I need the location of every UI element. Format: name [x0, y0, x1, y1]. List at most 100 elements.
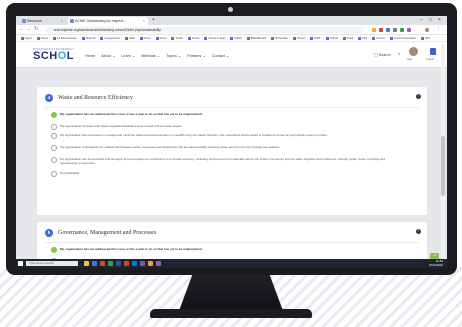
help-icon[interactable]: ? [416, 94, 421, 99]
back-arrow-icon[interactable]: ← [19, 26, 24, 32]
new-tab-button[interactable]: + [152, 17, 155, 23]
avatar[interactable] [409, 47, 418, 56]
taskbar-search-input[interactable]: Type here to search [26, 261, 78, 266]
radio-button[interactable] [51, 112, 57, 118]
app-icon[interactable] [148, 261, 153, 266]
help-icon[interactable]: ? [416, 229, 421, 234]
monitor-stand-base [150, 309, 312, 318]
radio-button[interactable] [51, 247, 57, 253]
bookmark-item[interactable]: ISS [358, 35, 367, 41]
bookmark-item[interactable]: Canva [372, 35, 385, 41]
bookmark-icon [81, 36, 85, 40]
url-field[interactable]: test.reaprise.org/dashboard/outstanding-… [46, 26, 364, 33]
bookmark-item[interactable]: Hi Elsen/Hosts [53, 35, 77, 41]
bookmark-item[interactable]: DMT [310, 35, 321, 41]
logout-label[interactable]: Logout [426, 58, 434, 61]
bookmark-item[interactable]: Mail [125, 35, 135, 41]
reload-icon[interactable]: ↻ [34, 26, 38, 32]
excel-icon[interactable] [108, 261, 113, 266]
maximize-button[interactable]: □ [429, 17, 432, 23]
radio-button[interactable] [51, 124, 57, 130]
extension-icon[interactable] [393, 27, 397, 32]
scrollbar-thumb[interactable] [441, 136, 445, 196]
bookmark-item[interactable]: Assignment [100, 35, 120, 41]
radio-button[interactable] [51, 171, 57, 177]
bookmark-item[interactable]: IDU [421, 35, 430, 41]
tab-close-icon[interactable]: × [61, 17, 63, 25]
bookmark-icon [21, 36, 24, 40]
nav-item[interactable]: About ⌄ [101, 54, 115, 58]
nav-item[interactable]: Topics ⌄ [166, 54, 181, 58]
address-toolbar: ← → ↻ test.reaprise.org/dashboard/outsta… [16, 25, 447, 35]
menu-dots-icon[interactable]: ⋮ [436, 26, 441, 32]
system-clock[interactable]: 10:51 07/01/2021 [429, 259, 443, 267]
forward-arrow-icon[interactable]: → [26, 26, 31, 32]
option-label: My organisation has processes to manage … [60, 133, 328, 137]
extension-icon[interactable] [400, 27, 404, 32]
extension-icon[interactable] [379, 27, 383, 32]
bookmark-icon [53, 36, 57, 40]
site-logo[interactable]: OUTSTANDING FOR RESPECT SCHOL [33, 48, 74, 62]
logout-icon[interactable] [430, 48, 436, 55]
bookmark-item[interactable]: Inbox [36, 35, 48, 41]
bookmark-item[interactable]: Glitch [230, 35, 242, 41]
profile-icon[interactable] [425, 27, 429, 32]
section-number-badge: 4 [45, 94, 53, 102]
browser-tab[interactable]: Welcome × [20, 17, 66, 25]
bookmark-item[interactable]: Vimeo [292, 35, 305, 41]
word-icon[interactable] [116, 261, 121, 266]
bookmark-item[interactable]: Brandif [81, 35, 95, 41]
bookmark-item[interactable]: Yahoo [325, 35, 338, 41]
divider [45, 107, 419, 108]
windows-start-icon[interactable] [18, 261, 23, 266]
outlook-icon[interactable] [132, 261, 137, 266]
bookmark-item[interactable]: Schedule [271, 35, 288, 41]
bookmark-icon [187, 36, 191, 40]
extension-icon[interactable] [372, 27, 376, 32]
tab-title: ACHIE Outstanding for respect… [75, 19, 127, 23]
bookmark-item[interactable]: Drive [139, 35, 151, 41]
search-link[interactable]: ▢ Search [374, 52, 391, 57]
search-glass-icon[interactable]: ⌕ [398, 52, 400, 56]
bookmark-item[interactable]: Docs [155, 35, 166, 41]
app-icon[interactable] [156, 261, 161, 266]
nav-item[interactable]: Methods ⌄ [141, 54, 160, 58]
option-label: My organisation has not addressed this i… [60, 247, 203, 251]
nav-item[interactable]: Home [85, 54, 95, 58]
bookmark-icon [100, 36, 104, 40]
bookmark-icon [372, 36, 376, 40]
extension-icon[interactable] [386, 27, 390, 32]
extension-icon[interactable] [407, 27, 411, 32]
bookmark-item[interactable]: Fonts [187, 35, 199, 41]
nav-item[interactable]: Contact ⌄ [212, 54, 229, 58]
teams-icon[interactable] [140, 261, 145, 266]
chrome-icon[interactable] [100, 261, 105, 266]
close-window-button[interactable]: × [438, 17, 441, 23]
bookmark-item[interactable]: Chloe's Help [204, 35, 225, 41]
browser-tab-active[interactable]: ACHIE Outstanding for respect… × [68, 17, 148, 25]
nav-item[interactable]: Partners ⌄ [187, 54, 206, 58]
minimize-button[interactable]: – [420, 17, 423, 23]
option-label: My organisation understands the relation… [60, 145, 280, 149]
radio-button[interactable] [51, 145, 57, 151]
bookmark-icon [310, 36, 314, 40]
bookmark-item[interactable]: Apps [21, 35, 32, 41]
bookmark-item[interactable]: Lead Generation [389, 35, 416, 41]
bookmark-icon [246, 36, 250, 40]
tab-close-icon[interactable]: × [143, 17, 145, 25]
radio-button[interactable] [51, 157, 57, 163]
bookmark-item[interactable]: Trello [171, 35, 183, 41]
nav-item[interactable]: Learn ⌄ [121, 54, 135, 58]
edge-icon[interactable] [92, 261, 97, 266]
file-explorer-icon[interactable] [84, 261, 89, 266]
monitor-stand-neck [178, 275, 284, 312]
option-label: My organisation complies with waste regu… [60, 124, 183, 128]
os-taskbar: Type here to search 10:51 07/01/2021 [16, 259, 447, 268]
website-viewport: OUTSTANDING FOR RESPECT SCHOL Home About … [16, 42, 447, 266]
radio-button[interactable] [51, 133, 57, 139]
powerpoint-icon[interactable] [124, 261, 129, 266]
bookmark-item[interactable]: BlackBoard [246, 35, 266, 41]
site-header: OUTSTANDING FOR RESPECT SCHOL Home About … [16, 42, 447, 68]
logo-wordmark: SCHOL [33, 50, 75, 62]
bookmark-item[interactable]: Paul [343, 35, 353, 41]
